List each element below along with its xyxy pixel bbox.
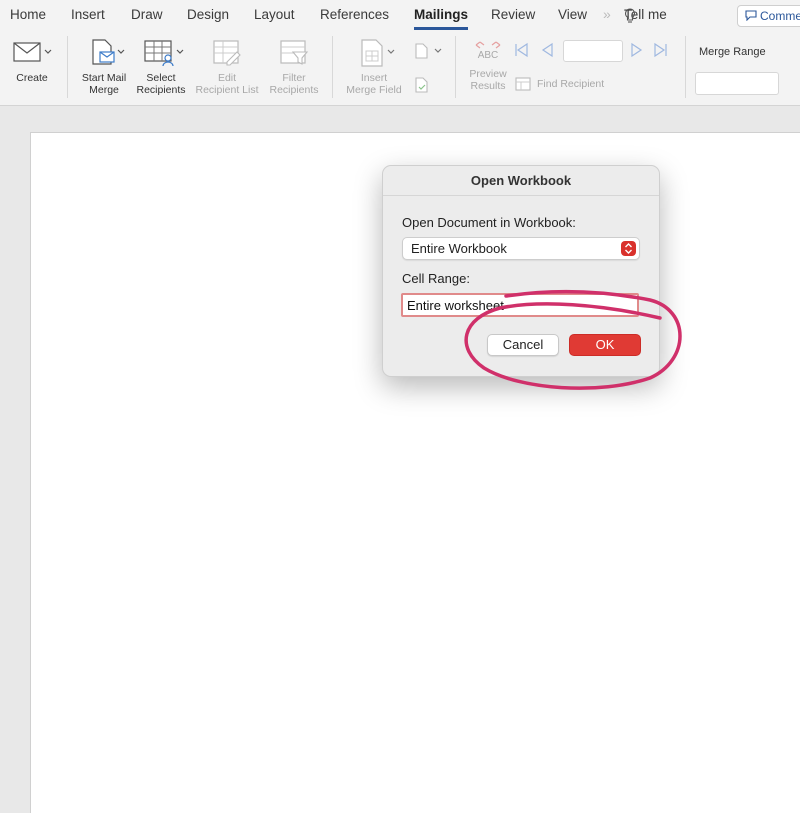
tab-draw[interactable]: Draw [131, 7, 163, 22]
find-recipient-button[interactable]: Find Recipient [537, 78, 604, 90]
ribbon-separator [455, 36, 456, 98]
start-mail-merge-button[interactable]: Start Mail Merge [76, 38, 132, 96]
merge-range-label: Merge Range [699, 46, 766, 58]
tab-references[interactable]: References [320, 7, 389, 22]
ribbon-separator [685, 36, 686, 98]
preview-results-label-2: Results [470, 80, 506, 92]
tab-mailings[interactable]: Mailings [414, 7, 468, 22]
mail-merge-icon [92, 39, 125, 65]
ok-button[interactable]: OK [569, 334, 641, 356]
ribbon-separator [67, 36, 68, 98]
dialog-title: Open Workbook [383, 166, 659, 196]
start-mail-merge-label-1: Start Mail [81, 72, 127, 84]
open-document-label: Open Document in Workbook: [402, 215, 576, 230]
tab-insert[interactable]: Insert [71, 7, 105, 22]
rules-icon[interactable] [413, 42, 445, 60]
create-label: Create [16, 72, 48, 84]
record-number-input[interactable] [563, 40, 623, 62]
mailings-ribbon: Create Start Mail Merge Select Recipient… [0, 30, 800, 106]
edit-recipient-list-label-1: Edit [217, 72, 237, 84]
create-button[interactable]: Create [8, 40, 56, 84]
ribbon-tab-bar: Home Insert Draw Design Layout Reference… [0, 0, 800, 30]
filter-recipients-label-2: Recipients [269, 84, 319, 96]
open-workbook-dialog: Open Workbook Open Document in Workbook:… [382, 165, 660, 377]
open-document-value: Entire Workbook [411, 241, 507, 256]
select-recipients-button[interactable]: Select Recipients [133, 38, 189, 96]
tab-layout[interactable]: Layout [254, 7, 295, 22]
filter-icon [280, 40, 309, 65]
tab-design[interactable]: Design [187, 7, 229, 22]
insert-merge-field-button[interactable]: Insert Merge Field [342, 38, 406, 96]
preview-results-label-1: Preview [469, 68, 507, 80]
tab-review[interactable]: Review [491, 7, 535, 22]
comments-label: Comments [760, 9, 800, 23]
insert-field-icon [361, 39, 395, 67]
previous-record-icon[interactable] [540, 42, 556, 58]
merge-range-input[interactable] [695, 72, 779, 95]
cell-range-input[interactable]: Entire worksheet [401, 293, 639, 317]
tab-home[interactable]: Home [10, 7, 46, 22]
edit-recipient-list-button[interactable]: Edit Recipient List [191, 38, 263, 96]
select-arrows-icon [621, 241, 636, 256]
cell-range-label: Cell Range: [402, 271, 470, 286]
tab-view[interactable]: View [558, 7, 587, 22]
filter-recipients-button[interactable]: Filter Recipients [265, 38, 323, 96]
comment-icon [745, 10, 757, 21]
tell-me-bulb-icon [625, 8, 635, 23]
open-document-select[interactable]: Entire Workbook [402, 237, 640, 260]
comments-button[interactable]: Comments [737, 5, 800, 27]
select-recipients-label-2: Recipients [136, 84, 186, 96]
last-record-icon[interactable] [653, 42, 669, 58]
filter-recipients-label-1: Filter [282, 72, 306, 84]
insert-merge-field-label-2: Merge Field [346, 84, 402, 96]
select-recipients-label-1: Select [146, 72, 176, 84]
ribbon-separator [332, 36, 333, 98]
update-labels-icon[interactable] [413, 76, 431, 94]
first-record-icon[interactable] [513, 42, 529, 58]
preview-abc-label: ABC [477, 50, 499, 61]
select-recipients-icon [144, 40, 184, 67]
merge-arrows-icon [475, 41, 501, 49]
edit-recipient-list-label-2: Recipient List [195, 84, 259, 96]
edit-list-icon [213, 40, 241, 66]
find-recipient-icon [515, 77, 531, 91]
chevron-right-icon[interactable]: » [603, 6, 611, 22]
start-mail-merge-label-2: Merge [89, 84, 119, 96]
cancel-button[interactable]: Cancel [487, 334, 559, 356]
envelope-icon [13, 42, 52, 62]
preview-results-button[interactable]: ABC Preview Results [467, 40, 509, 92]
next-record-icon[interactable] [628, 42, 644, 58]
insert-merge-field-label-1: Insert [360, 72, 388, 84]
